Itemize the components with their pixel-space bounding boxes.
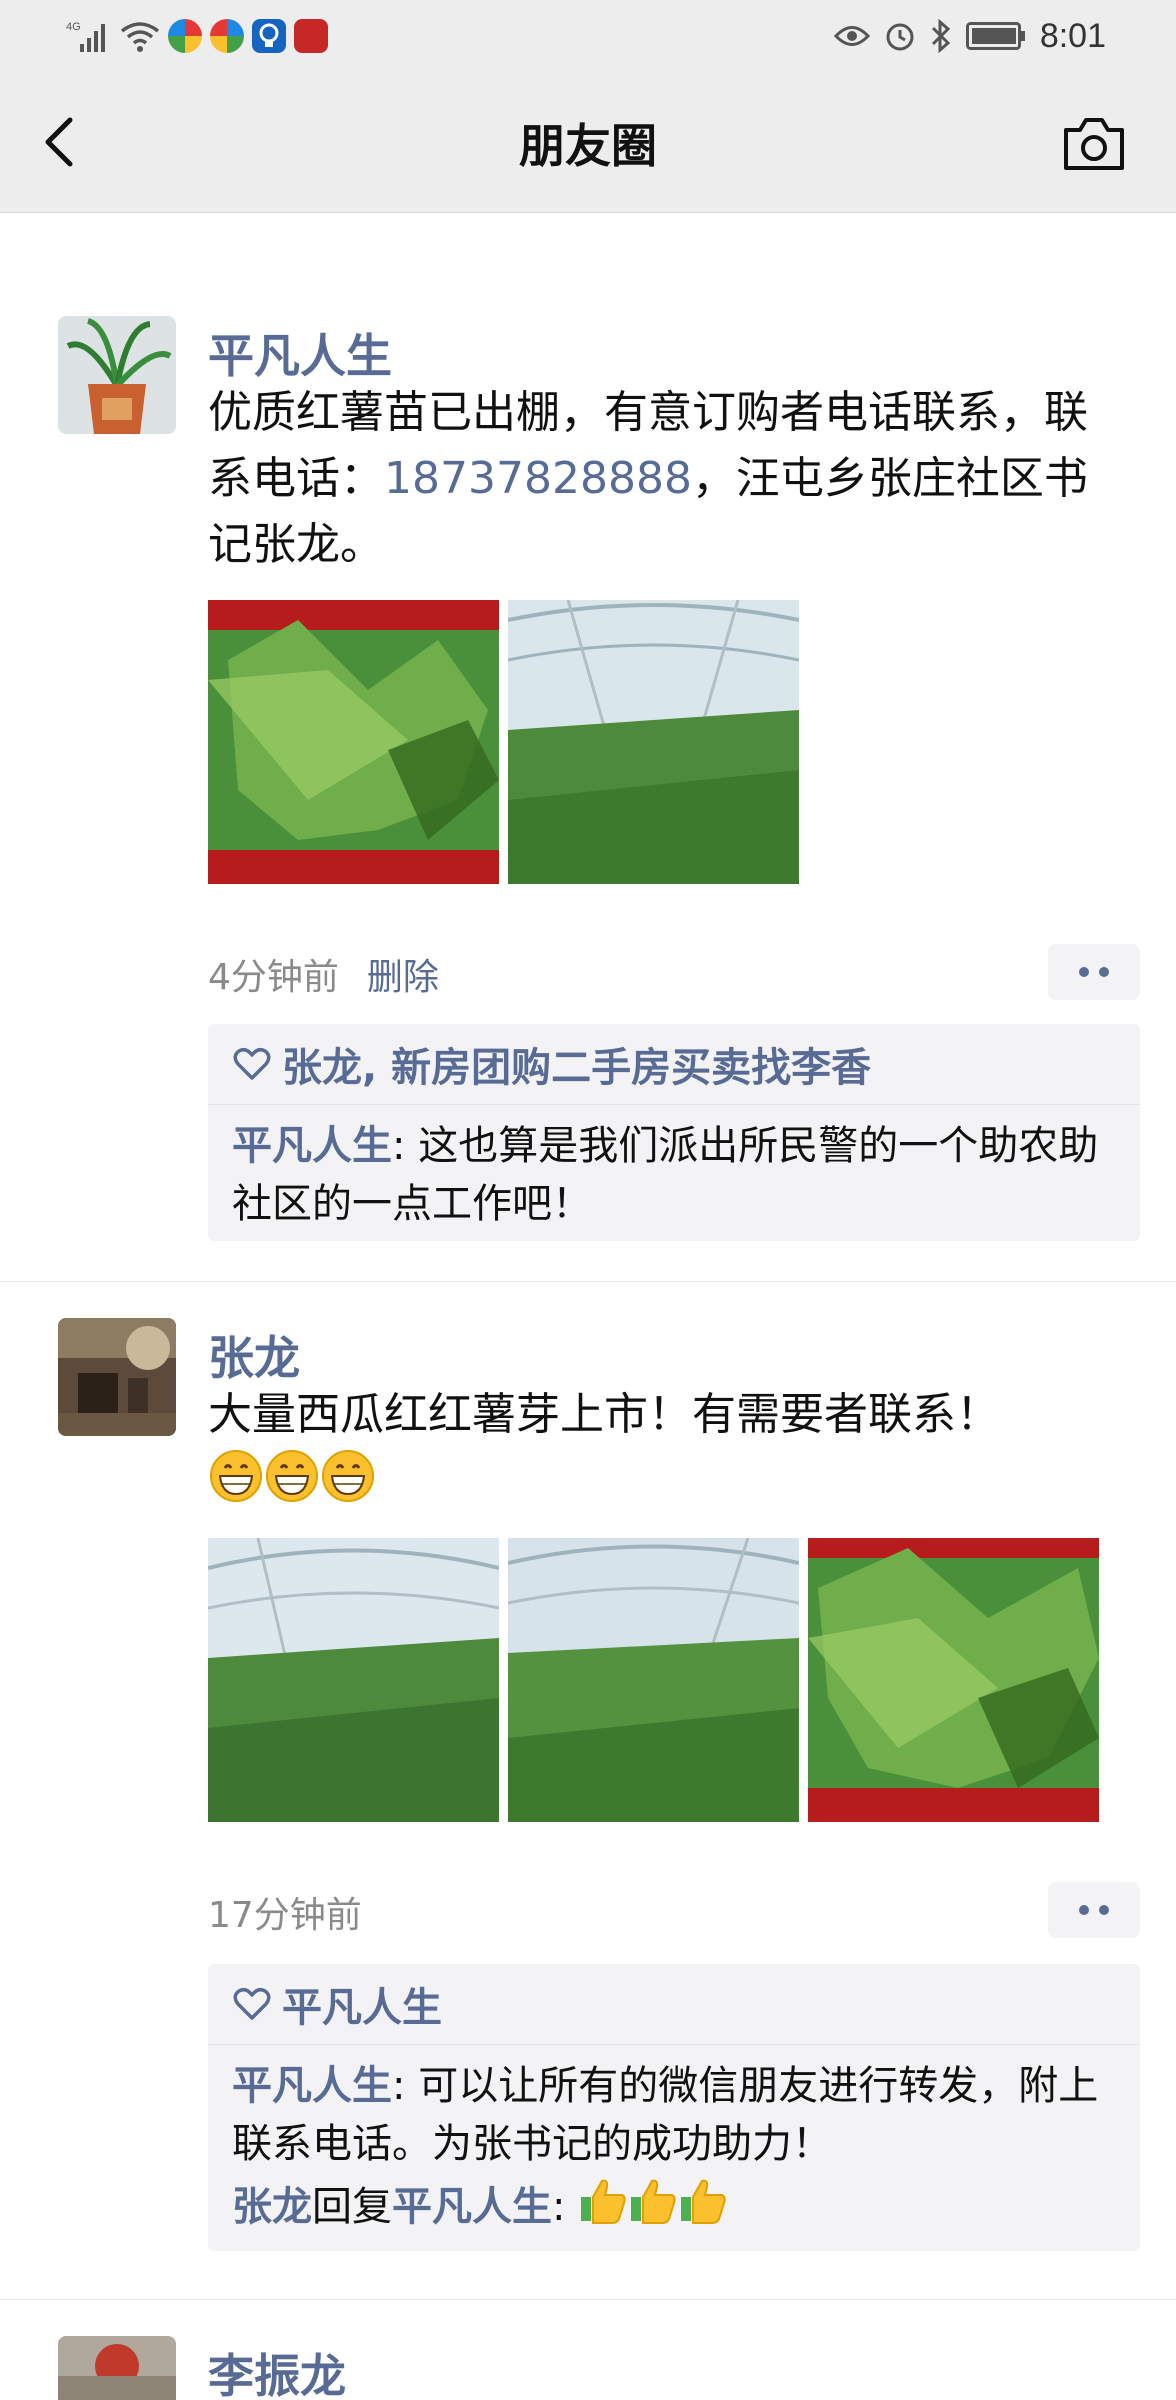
interaction-panel: 平凡人生 平凡人生: 可以让所有的微信朋友进行转发，附上联系电话。为张书记的成功… — [208, 1964, 1140, 2251]
post-timestamp: 17分钟前 — [208, 1886, 362, 1938]
post-author[interactable]: 平凡人生 — [208, 320, 392, 386]
dot — [1099, 967, 1109, 977]
more-actions-button[interactable] — [1048, 1882, 1140, 1938]
cellular-signal-icon: 4G — [66, 21, 105, 52]
moment-post: 张龙 大量西瓜红红薯芽上市！有需要者联系！ 17分钟前 平凡人生 平凡人生: 可… — [0, 1282, 1176, 2298]
reply-word: 回复 — [312, 2184, 392, 2230]
likes-row: 张龙, 新房团购二手房买卖找李香 — [208, 1024, 1140, 1105]
status-left-icons: 4G — [66, 16, 328, 56]
lightbulb-app-icon — [252, 19, 286, 53]
avatar[interactable] — [58, 2336, 176, 2400]
phone-link[interactable]: 18737828888 — [384, 453, 692, 504]
post-image[interactable] — [208, 1538, 499, 1822]
post-author[interactable]: 张龙 — [208, 1322, 300, 1388]
grin-emoji-icon — [266, 1450, 318, 1502]
post-image[interactable] — [508, 1538, 799, 1822]
post-author[interactable]: 李振龙 — [208, 2340, 346, 2400]
post-image[interactable] — [808, 1538, 1099, 1822]
likes-names[interactable]: 张龙, 新房团购二手房买卖找李香 — [282, 1035, 871, 1093]
thumbs-up-emoji-icon — [681, 2179, 726, 2224]
wifi-icon — [120, 22, 160, 52]
reply-to-author[interactable]: 平凡人生 — [392, 2184, 552, 2230]
thumbs-up-emoji-group — [578, 2177, 728, 2241]
post-timestamp: 4分钟前 删除 — [208, 948, 439, 1000]
bluetooth-icon — [931, 19, 951, 53]
status-right-icons: 8:01 — [833, 14, 1106, 58]
avatar[interactable] — [58, 1318, 176, 1436]
comment-reply[interactable]: 张龙回复平凡人生: — [208, 2173, 1140, 2251]
grin-emoji-icon — [210, 1450, 262, 1502]
likes-row: 平凡人生 — [208, 1964, 1140, 2045]
comment-sep: : — [392, 1123, 419, 1169]
avatar[interactable] — [58, 316, 176, 434]
interaction-panel: 张龙, 新房团购二手房买卖找李香 平凡人生: 这也算是我们派出所民警的一个助农助… — [208, 1024, 1140, 1241]
thumbs-up-emoji-icon — [631, 2179, 676, 2224]
moment-post: 平凡人生 优质红薯苗已出棚，有意订购者电话联系，联系电话：18737828888… — [0, 212, 1176, 1280]
comment[interactable]: 平凡人生: 这也算是我们派出所民警的一个助农助社区的一点工作吧！ — [208, 1105, 1140, 1241]
battery-icon — [965, 22, 1025, 50]
thumbs-up-emoji-icon — [581, 2179, 626, 2224]
post-time: 4分钟前 — [208, 957, 339, 998]
delete-link[interactable]: 删除 — [367, 957, 439, 998]
heart-icon — [233, 1987, 271, 2020]
post-image[interactable] — [208, 600, 499, 884]
dot — [1099, 1905, 1109, 1915]
post-time: 17分钟前 — [208, 1895, 362, 1936]
likes-names[interactable]: 平凡人生 — [282, 1975, 442, 2033]
moment-post: 李振龙 — [0, 2300, 1176, 2400]
post-text-part: 大量西瓜红红薯芽上市！有需要者联系！ — [208, 1389, 1000, 1440]
app-notification-icon — [210, 19, 244, 53]
grin-emoji-group — [208, 1448, 376, 1523]
post-text: 优质红薯苗已出棚，有意订购者电话联系，联系电话：18737828888，汪屯乡张… — [208, 380, 1118, 578]
dot — [1079, 1905, 1089, 1915]
comment-sep: : — [392, 2063, 419, 2109]
eye-icon — [833, 26, 870, 46]
comment-author[interactable]: 平凡人生 — [232, 1123, 392, 1169]
comment[interactable]: 平凡人生: 可以让所有的微信朋友进行转发，附上联系电话。为张书记的成功助力！ — [208, 2045, 1140, 2173]
clock: 8:01 — [1039, 16, 1106, 55]
nav-bar: 朋友圈 — [0, 72, 1176, 213]
alarm-icon — [886, 23, 914, 51]
heart-icon — [233, 1047, 271, 1080]
comment-author[interactable]: 平凡人生 — [232, 2063, 392, 2109]
comment-sep: : — [552, 2184, 579, 2230]
svg-text:4G: 4G — [66, 21, 81, 33]
more-actions-button[interactable] — [1048, 944, 1140, 1000]
grin-emoji-icon — [322, 1450, 374, 1502]
dot — [1079, 967, 1089, 977]
post-image[interactable] — [508, 600, 799, 884]
comment-author[interactable]: 张龙 — [232, 2184, 312, 2230]
camera-icon[interactable] — [1062, 114, 1126, 172]
page-title: 朋友圈 — [519, 119, 657, 173]
red-app-icon — [294, 19, 328, 53]
status-bar: 4G 8:01 — [0, 0, 1176, 72]
app-notification-icon — [168, 19, 202, 53]
post-text: 大量西瓜红红薯芽上市！有需要者联系！ — [208, 1382, 1118, 1523]
